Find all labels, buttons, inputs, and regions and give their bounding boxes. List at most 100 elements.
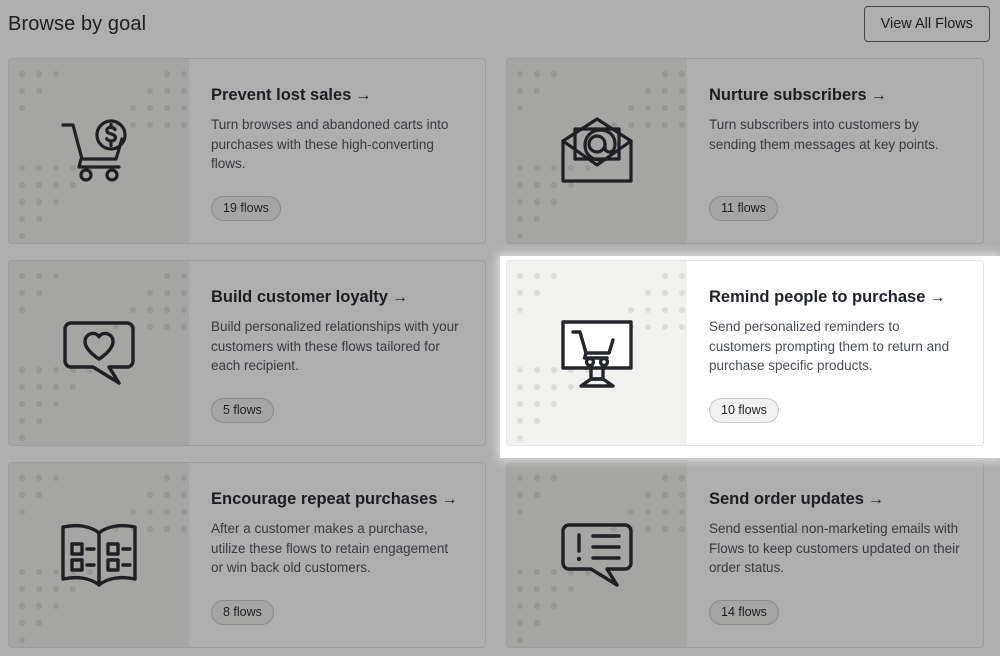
goal-card[interactable]: Send order updates → Send essential non-m…: [506, 462, 984, 648]
decorative-dot: [662, 324, 668, 330]
decorative-dot: [36, 603, 42, 609]
decorative-dot: [164, 88, 170, 94]
decorative-dot: [662, 307, 668, 313]
decorative-dot: [19, 182, 25, 188]
decorative-dot: [164, 71, 170, 77]
browse-by-goal-page: Browse by goal View All Flows Prevent lo…: [0, 0, 1000, 656]
decorative-dot: [517, 569, 523, 575]
decorative-dot: [147, 122, 153, 128]
decorative-dot: [517, 367, 523, 373]
decorative-dot: [628, 307, 634, 313]
card-description: Turn browses and abandoned carts into pu…: [211, 117, 449, 171]
decorative-dot: [517, 418, 523, 424]
decorative-dot: [517, 88, 523, 94]
decorative-dot: [164, 324, 170, 330]
goal-card[interactable]: Nurture subscribers → Turn subscribers in…: [506, 58, 984, 244]
decorative-dot: [662, 492, 668, 498]
decorative-dot: [164, 290, 170, 296]
decorative-dot: [19, 307, 25, 313]
decorative-dot: [534, 165, 540, 171]
decorative-dot: [679, 324, 685, 330]
goal-card[interactable]: Prevent lost sales → Turn browses and aba…: [8, 58, 486, 244]
arrow-right-icon: →: [870, 87, 887, 104]
decorative-dot: [517, 105, 523, 111]
decorative-dot: [147, 526, 153, 532]
decorative-dot: [662, 71, 668, 77]
decorative-dot: [19, 273, 25, 279]
decorative-dot: [19, 509, 25, 515]
decorative-dot: [36, 216, 42, 222]
card-body: Nurture subscribers → Turn subscribers in…: [687, 59, 983, 243]
decorative-dot: [534, 290, 540, 296]
decorative-dot: [19, 637, 25, 643]
card-artwork: [9, 463, 189, 647]
decorative-dot: [517, 492, 523, 498]
card-title-text: Prevent lost sales: [211, 86, 352, 104]
arrow-right-icon: →: [391, 289, 408, 306]
decorative-dot: [36, 384, 42, 390]
decorative-dot: [551, 71, 557, 77]
decorative-dot: [130, 509, 136, 515]
card-title: Nurture subscribers →: [709, 85, 961, 106]
decorative-dot: [53, 273, 59, 279]
decorative-dot: [534, 569, 540, 575]
decorative-dot: [36, 290, 42, 296]
decorative-dot: [19, 492, 25, 498]
decorative-dot: [679, 509, 685, 515]
decorative-dot: [517, 475, 523, 481]
card-body: Build customer loyalty → Build personaliz…: [189, 261, 485, 445]
goal-card[interactable]: Encourage repeat purchases → After a cust…: [8, 462, 486, 648]
decorative-dot: [19, 71, 25, 77]
decorative-dot: [517, 273, 523, 279]
decorative-dot: [19, 105, 25, 111]
decorative-dot: [36, 199, 42, 205]
goal-card[interactable]: Remind people to purchase → Send personal…: [506, 260, 984, 446]
decorative-dot: [551, 199, 557, 205]
decorative-dot: [517, 586, 523, 592]
decorative-dot: [181, 324, 187, 330]
decorative-dot: [679, 526, 685, 532]
decorative-dot: [534, 586, 540, 592]
goal-card-grid: Prevent lost sales → Turn browses and aba…: [8, 58, 992, 648]
view-all-flows-button[interactable]: View All Flows: [863, 6, 990, 42]
decorative-dot: [36, 367, 42, 373]
arrow-right-icon: →: [929, 289, 946, 306]
decorative-dot: [534, 199, 540, 205]
speech-bubble-alert-lines-icon: [557, 519, 637, 591]
decorative-dot: [679, 273, 685, 279]
card-title-text: Nurture subscribers: [709, 86, 867, 104]
decorative-dot: [19, 88, 25, 94]
decorative-dot: [517, 307, 523, 313]
decorative-dot: [147, 492, 153, 498]
decorative-dot: [181, 475, 187, 481]
decorative-dot: [164, 492, 170, 498]
decorative-dot: [662, 122, 668, 128]
decorative-dot: [19, 367, 25, 373]
decorative-dot: [19, 475, 25, 481]
decorative-dot: [130, 105, 136, 111]
decorative-dot: [36, 620, 42, 626]
decorative-dot: [517, 290, 523, 296]
decorative-dot: [181, 307, 187, 313]
card-title-text: Build customer loyalty: [211, 288, 388, 306]
decorative-dot: [36, 88, 42, 94]
card-body: Remind people to purchase → Send personal…: [687, 261, 983, 445]
decorative-dot: [662, 273, 668, 279]
decorative-dot: [36, 569, 42, 575]
decorative-dot: [19, 603, 25, 609]
page-title: Browse by goal: [8, 13, 147, 35]
decorative-dot: [147, 290, 153, 296]
decorative-dot: [517, 165, 523, 171]
decorative-dot: [645, 324, 651, 330]
decorative-dot: [164, 105, 170, 111]
decorative-dot: [147, 509, 153, 515]
decorative-dot: [164, 509, 170, 515]
decorative-dot: [534, 182, 540, 188]
decorative-dot: [679, 122, 685, 128]
decorative-dot: [645, 290, 651, 296]
decorative-dot: [679, 475, 685, 481]
card-body: Prevent lost sales → Turn browses and aba…: [189, 59, 485, 243]
goal-card[interactable]: Build customer loyalty → Build personaliz…: [8, 260, 486, 446]
card-artwork: [9, 261, 189, 445]
decorative-dot: [36, 475, 42, 481]
